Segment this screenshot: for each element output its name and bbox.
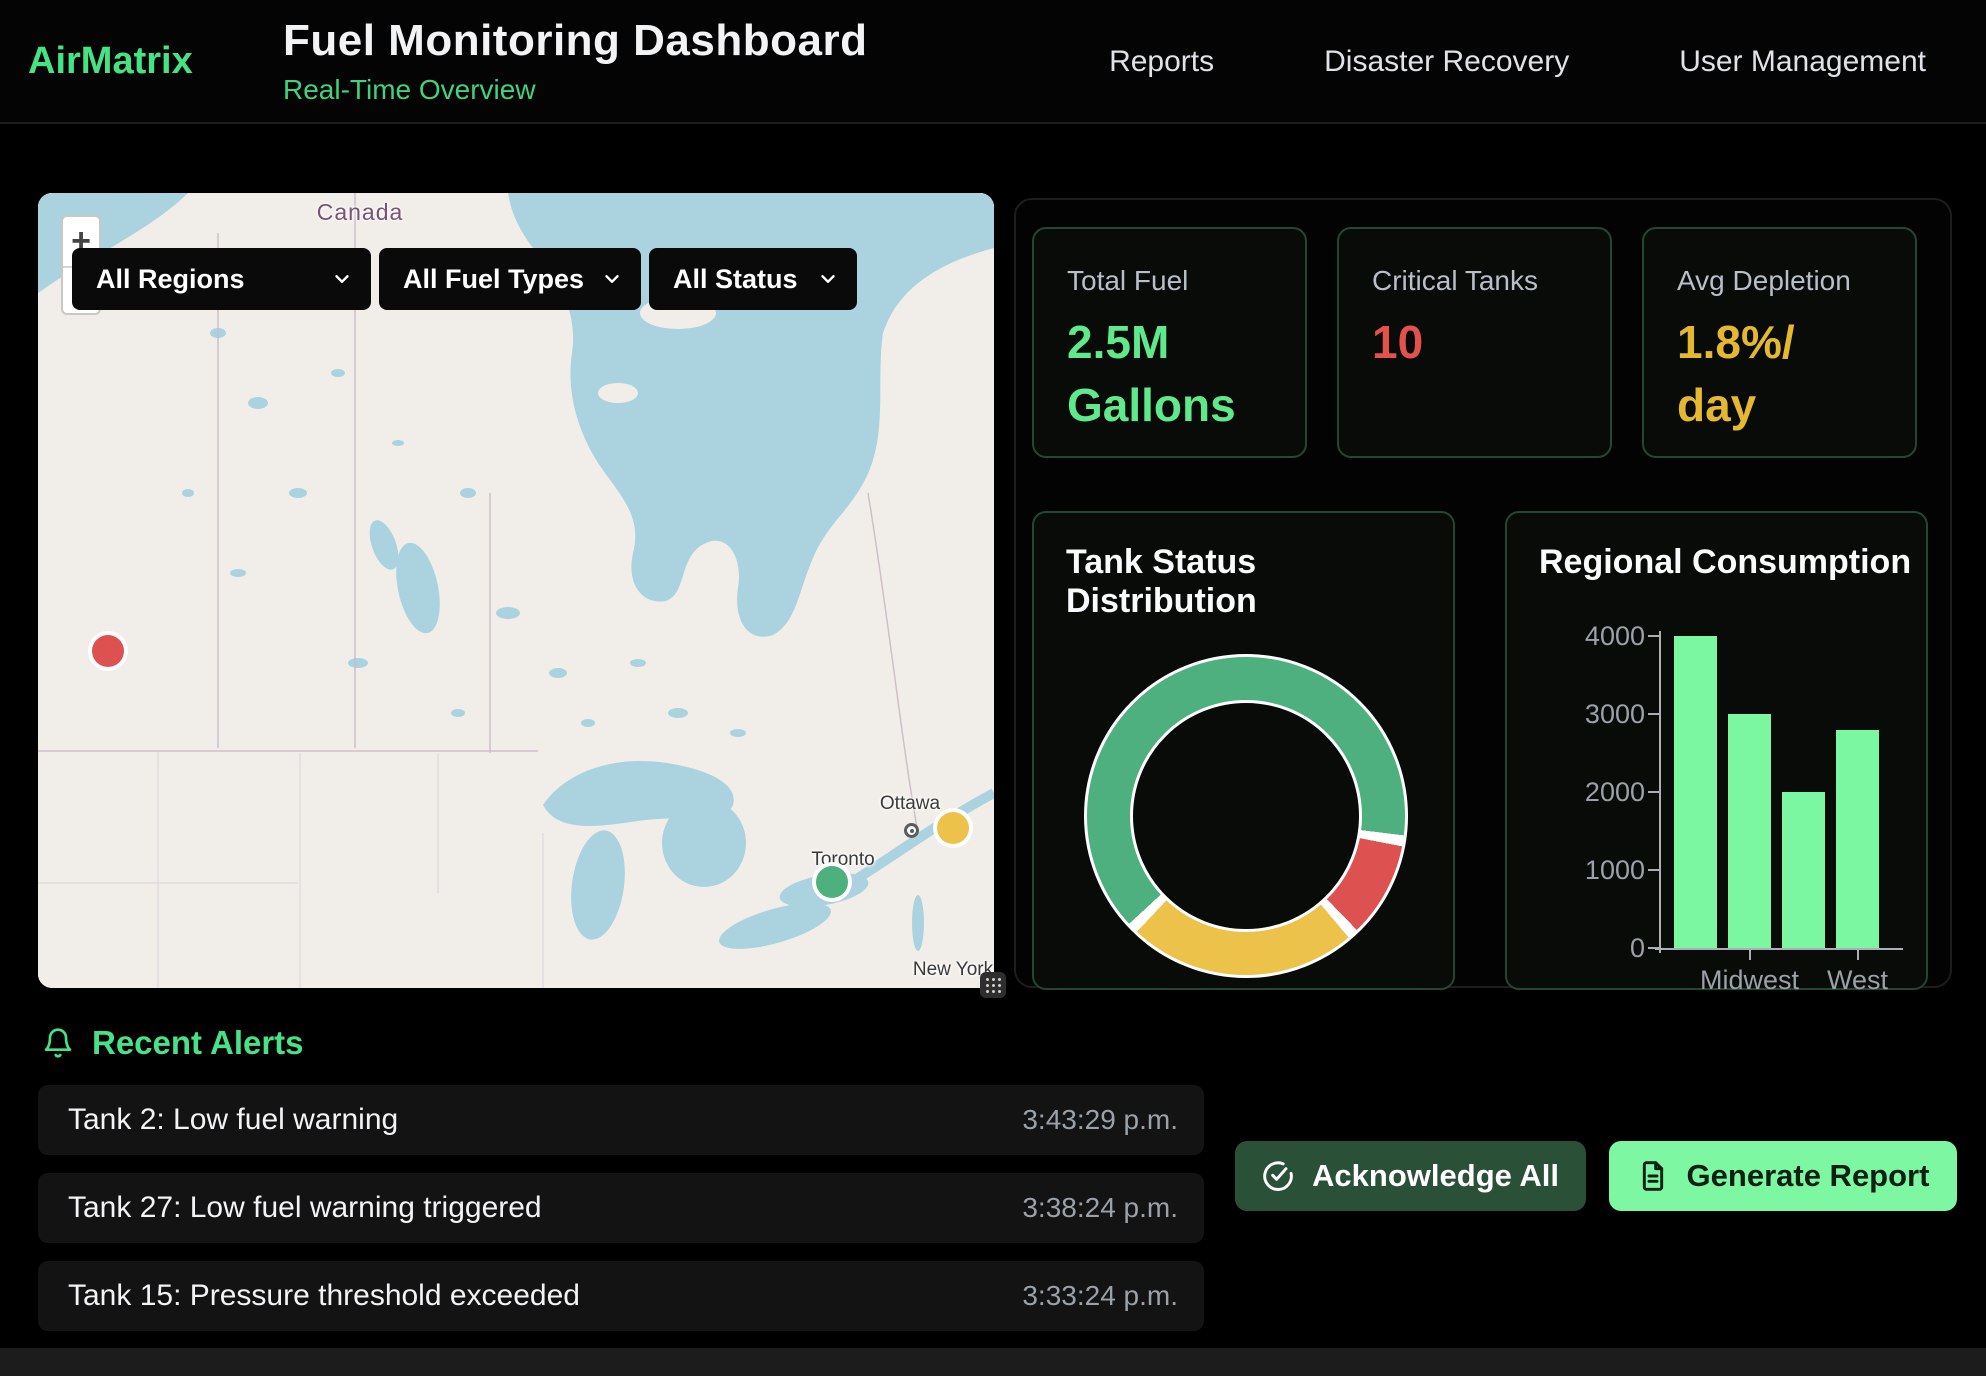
stat-label: Avg Depletion: [1677, 265, 1915, 297]
stat-label: Critical Tanks: [1372, 265, 1610, 297]
y-tick-mark: [1648, 713, 1659, 715]
generate-report-button[interactable]: Generate Report: [1609, 1141, 1957, 1211]
stat-card-critical-tanks: Critical Tanks 10: [1337, 227, 1612, 458]
filter-status-value: All Status: [673, 264, 798, 295]
tank-marker-warning[interactable]: [937, 812, 969, 844]
filter-fuel-types-value: All Fuel Types: [403, 264, 584, 295]
x-axis-line: [1655, 948, 1903, 950]
chevron-down-icon: [601, 268, 623, 290]
alert-message: Tank 15: Pressure threshold exceeded: [68, 1279, 580, 1313]
alert-time: 3:33:24 p.m.: [1022, 1280, 1178, 1312]
alert-row[interactable]: Tank 15: Pressure threshold exceeded 3:3…: [38, 1261, 1204, 1331]
y-tick-mark: [1648, 947, 1659, 949]
map-filters: All Regions All Fuel Types All Status: [72, 248, 857, 310]
nav-item-user-management[interactable]: User Management: [1679, 45, 1926, 79]
chart-title: Tank Status Distribution: [1066, 543, 1453, 621]
fuel-map[interactable]: Canada + − All Regions All Fuel Types Al…: [38, 193, 994, 988]
acknowledge-all-button[interactable]: Acknowledge All: [1235, 1141, 1586, 1211]
bar-midwest[interactable]: [1728, 714, 1771, 948]
page-title: Fuel Monitoring Dashboard: [283, 16, 867, 66]
stat-card-avg-depletion: Avg Depletion 1.8%/ day: [1642, 227, 1917, 458]
bell-icon: [42, 1027, 74, 1059]
y-tick-label: 3000: [1507, 699, 1645, 729]
main-nav: Reports Disaster Recovery User Managemen…: [1109, 0, 1926, 124]
bar-south[interactable]: [1782, 792, 1825, 948]
filter-status[interactable]: All Status: [649, 248, 857, 310]
page-subtitle: Real-Time Overview: [283, 74, 867, 106]
ottawa-town-icon: [904, 823, 919, 838]
tank-status-chart-card: Tank Status Distribution: [1032, 511, 1455, 990]
metrics-panel: Total Fuel 2.5M Gallons Critical Tanks 1…: [1014, 198, 1952, 988]
bars-container: [1659, 636, 1907, 948]
drag-handle-icon[interactable]: [980, 972, 1006, 998]
tank-marker-normal[interactable]: [816, 866, 848, 898]
stat-label: Total Fuel: [1067, 265, 1305, 297]
city-label-toronto: Toronto: [773, 849, 913, 871]
nav-item-reports[interactable]: Reports: [1109, 45, 1214, 79]
y-tick-label: 4000: [1507, 621, 1645, 651]
regional-consumption-bar-chart[interactable]: 01000200030004000MidwestWest: [1507, 513, 1926, 988]
city-label-ottawa: Ottawa: [840, 793, 980, 815]
stat-card-total-fuel: Total Fuel 2.5M Gallons: [1032, 227, 1307, 458]
bar-west[interactable]: [1836, 730, 1879, 948]
y-tick-mark: [1648, 869, 1659, 871]
circle-check-icon: [1262, 1160, 1294, 1192]
alerts-header: Recent Alerts: [42, 1024, 304, 1062]
y-tick-label: 2000: [1507, 777, 1645, 807]
alert-row[interactable]: Tank 2: Low fuel warning 3:43:29 p.m.: [38, 1085, 1204, 1155]
alert-row[interactable]: Tank 27: Low fuel warning triggered 3:38…: [38, 1173, 1204, 1243]
file-report-icon: [1637, 1160, 1669, 1192]
tank-status-donut-chart[interactable]: [1086, 656, 1406, 976]
chevron-down-icon: [817, 268, 839, 290]
generate-report-label: Generate Report: [1687, 1158, 1930, 1194]
y-tick-label: 0: [1507, 933, 1645, 963]
map-country-label: Canada: [300, 199, 420, 226]
stat-value: 10: [1372, 311, 1547, 374]
regional-consumption-chart-card: Regional Consumption 01000200030004000Mi…: [1505, 511, 1928, 990]
nav-item-disaster-recovery[interactable]: Disaster Recovery: [1324, 45, 1569, 79]
stat-value: 1.8%/ day: [1677, 311, 1852, 438]
bottom-bar: [0, 1348, 1986, 1376]
x-tick-label: West: [1788, 965, 1928, 996]
filter-regions-value: All Regions: [96, 264, 245, 295]
filter-fuel-types[interactable]: All Fuel Types: [379, 248, 641, 310]
y-tick-mark: [1648, 635, 1659, 637]
chevron-down-icon: [331, 268, 353, 290]
y-tick-mark: [1648, 791, 1659, 793]
x-tick-mark: [1857, 950, 1859, 960]
acknowledge-all-label: Acknowledge All: [1312, 1158, 1559, 1194]
tank-marker-critical[interactable]: [92, 635, 124, 667]
alert-message: Tank 2: Low fuel warning: [68, 1103, 398, 1137]
alert-time: 3:43:29 p.m.: [1022, 1104, 1178, 1136]
alert-message: Tank 27: Low fuel warning triggered: [68, 1191, 542, 1225]
brand-logo: AirMatrix: [28, 40, 193, 83]
app-header: AirMatrix Fuel Monitoring Dashboard Real…: [0, 0, 1986, 124]
x-tick-mark: [1749, 950, 1751, 960]
y-tick-label: 1000: [1507, 855, 1645, 885]
city-label-new-york: New York: [883, 959, 994, 981]
filter-regions[interactable]: All Regions: [72, 248, 371, 310]
stat-value: 2.5M Gallons: [1067, 311, 1242, 438]
bar-northeast[interactable]: [1674, 636, 1717, 948]
alerts-title: Recent Alerts: [92, 1024, 304, 1062]
donut-inner-ring: [1130, 700, 1362, 932]
alert-time: 3:38:24 p.m.: [1022, 1192, 1178, 1224]
